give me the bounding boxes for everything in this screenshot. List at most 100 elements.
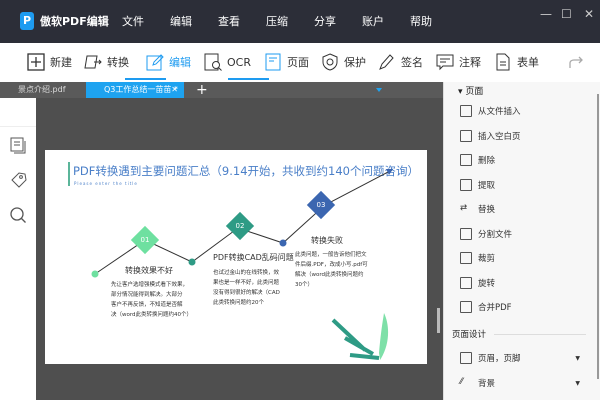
item-label: 背景 xyxy=(478,379,496,389)
split-icon xyxy=(460,228,472,240)
new-button[interactable]: 新建 xyxy=(27,51,72,73)
close-button[interactable]: ✕ xyxy=(584,7,594,21)
leaf-decoration xyxy=(379,313,389,360)
plus-square-icon xyxy=(27,53,45,71)
crop-icon xyxy=(460,252,472,264)
menu-file[interactable]: 文件 xyxy=(122,13,144,29)
step-3-text: 此类问题，一般告诉他们把文 件后缀.PDF，改成小写.pdf可 解决（word此类转… xyxy=(295,252,368,288)
replace-page[interactable]: ⇄ 替换 xyxy=(460,203,495,215)
delete-page-icon xyxy=(460,154,472,166)
step-2-heading: PDF转换CAD乱码问题 xyxy=(213,253,294,262)
step-3-number: 03 xyxy=(316,201,326,209)
menu-share[interactable]: 分享 xyxy=(314,13,336,29)
point-1 xyxy=(91,270,99,278)
annotate-button[interactable]: 注释 xyxy=(436,51,481,73)
form-icon xyxy=(496,53,510,71)
item-label: 页眉，页脚 xyxy=(478,354,521,364)
edit-button[interactable]: 编辑 xyxy=(146,51,191,73)
rotate-icon xyxy=(460,277,472,289)
point-2 xyxy=(188,258,196,266)
tag-icon[interactable] xyxy=(9,171,27,189)
item-label: 分割文件 xyxy=(478,230,513,240)
item-label: 旋转 xyxy=(478,279,496,289)
menu-compress[interactable]: 压缩 xyxy=(266,13,288,29)
convert-button[interactable]: 转换 xyxy=(84,51,129,73)
panel-scrollbar[interactable] xyxy=(597,94,599,379)
extract-page[interactable]: 提取 xyxy=(460,179,495,191)
split-file[interactable]: 分割文件 xyxy=(460,228,512,240)
insert-blank-page[interactable]: 插入空白页 xyxy=(460,130,521,142)
ocr-button[interactable]: OCR xyxy=(204,51,251,73)
sign-button[interactable]: 签名 xyxy=(378,51,423,73)
step-3-heading: 转换失败 xyxy=(311,236,343,245)
form-label: 表单 xyxy=(517,56,539,69)
menu-view[interactable]: 查看 xyxy=(218,13,240,29)
pen-icon xyxy=(379,54,394,70)
app-name: 傲软PDF编辑 xyxy=(40,15,109,28)
convert-label: 转换 xyxy=(107,56,129,69)
delete-page[interactable]: 删除 xyxy=(460,154,495,166)
section-page-header[interactable]: ▾ 页面 xyxy=(458,84,483,97)
fern-decoration xyxy=(331,318,380,360)
pdf-page[interactable]: PDF转换遇到主要问题汇总（9.14开始，共收到约140个问题咨询） Pleas… xyxy=(45,150,427,364)
rotate-page[interactable]: 旋转 xyxy=(460,277,495,289)
tab-q3-summary[interactable]: Q3工作总结一苗苗 * ✕ xyxy=(86,82,184,98)
comment-icon xyxy=(436,54,454,71)
maximize-button[interactable]: ☐ xyxy=(561,7,572,21)
shield-icon xyxy=(322,53,338,71)
item-label: 从文件插入 xyxy=(478,107,521,117)
step-2-text: 也试过金山的在线转换，效 果也是一样不好，此类问题 没有得到很好的解决（CAD 此类转… xyxy=(213,270,280,306)
arrow-head-icon xyxy=(386,169,393,175)
item-label: 删除 xyxy=(478,156,496,166)
title-bar: P 傲软PDF编辑 文件 编辑 查看 压缩 分享 账户 帮助 — ☐ ✕ xyxy=(0,0,600,43)
edit-label: 编辑 xyxy=(169,56,191,69)
page-icon xyxy=(265,53,281,71)
background[interactable]: ⁄⁄ 背景 ▼ xyxy=(460,377,580,389)
menu-edit[interactable]: 编辑 xyxy=(170,13,192,29)
step-1-number: 01 xyxy=(140,236,150,244)
item-label: 裁剪 xyxy=(478,254,496,264)
add-tab-button[interactable]: + xyxy=(196,82,208,98)
form-button[interactable]: 表单 xyxy=(494,51,539,73)
merge-pdf[interactable]: 合并PDF xyxy=(460,301,512,313)
protect-label: 保护 xyxy=(344,56,366,69)
step-1-text: 先让客户选增强模式看下效果， 部分情况能得到解决。大部分 客户不再反馈，不知道是否解… xyxy=(111,282,193,318)
tab-label: Q3工作总结一苗苗 * xyxy=(104,85,178,94)
item-label: 提取 xyxy=(478,181,496,191)
crop-page[interactable]: 裁剪 xyxy=(460,252,495,264)
thumbnails-icon[interactable] xyxy=(9,136,27,154)
blank-page-icon xyxy=(460,130,472,142)
step-2-number: 02 xyxy=(235,222,245,230)
insert-from-file[interactable]: 从文件插入 xyxy=(460,105,521,117)
document-scrollbar[interactable] xyxy=(434,98,443,400)
item-label: 替换 xyxy=(478,205,496,215)
redo-icon[interactable] xyxy=(568,55,584,69)
ocr-label: OCR xyxy=(227,55,251,69)
point-3 xyxy=(279,239,287,247)
app-logo: P xyxy=(20,12,34,30)
merge-icon xyxy=(460,301,472,313)
item-label: 插入空白页 xyxy=(478,132,521,142)
edit-active-indicator xyxy=(125,78,166,80)
new-label: 新建 xyxy=(50,56,72,69)
search-icon[interactable] xyxy=(9,206,27,224)
header-footer[interactable]: 页眉，页脚 ▼ xyxy=(460,352,580,364)
left-sidebar xyxy=(0,98,36,400)
background-icon: ⁄⁄ xyxy=(460,377,463,387)
scrollbar-thumb[interactable] xyxy=(437,308,440,333)
menu-account[interactable]: 账户 xyxy=(362,13,384,29)
menu-help[interactable]: 帮助 xyxy=(410,13,432,29)
annotate-label: 注释 xyxy=(459,56,481,69)
minimize-button[interactable]: — xyxy=(540,7,552,21)
chevron-down-icon: ▼ xyxy=(575,354,580,362)
edit-icon xyxy=(146,54,164,71)
tab-dropdown-icon[interactable] xyxy=(376,88,382,95)
tab-scenic-pdf[interactable]: 景点介绍.pdf xyxy=(0,82,85,98)
extract-icon xyxy=(460,179,472,191)
tab-close-icon[interactable]: ✕ xyxy=(171,82,178,98)
protect-button[interactable]: 保护 xyxy=(321,51,366,73)
ocr-icon xyxy=(204,53,222,71)
page-button[interactable]: 页面 xyxy=(264,51,309,73)
section-page-title: 页面 xyxy=(465,87,484,97)
swap-icon: ⇄ xyxy=(460,203,468,213)
